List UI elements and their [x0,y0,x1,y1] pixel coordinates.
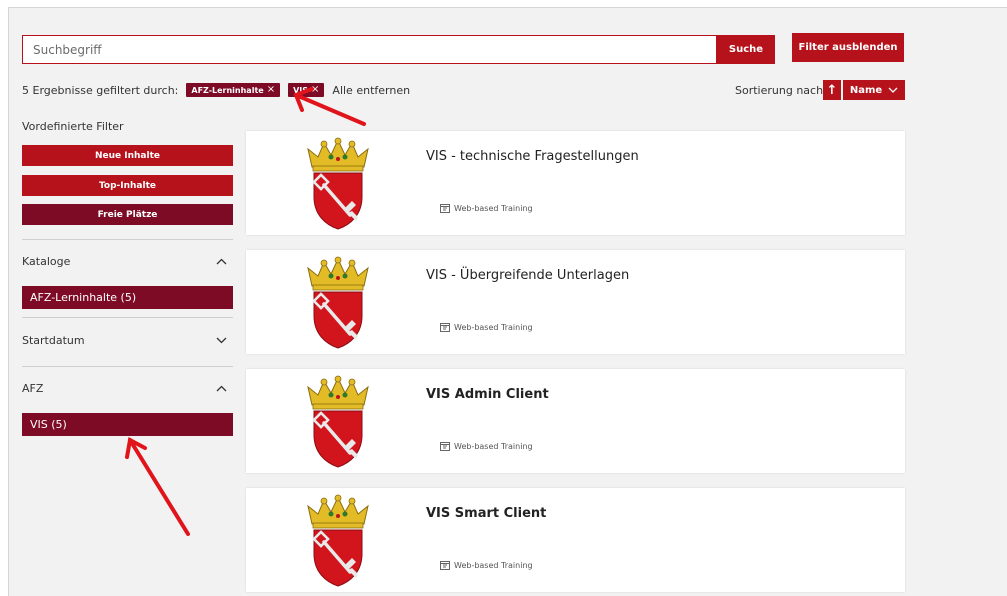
facet-header-afz[interactable]: AFZ [22,379,233,397]
bremen-coat-of-arms-icon [302,494,374,588]
active-filters-bar: 5 Ergebnisse gefiltert durch: AFZ-Lernin… [22,82,410,98]
facet-label: Kataloge [22,254,71,268]
result-type-label: Web-based Training [454,204,533,213]
arrow-up-icon: ↑ [826,82,838,98]
result-type: Web-based Training [440,204,533,213]
sort-direction-button[interactable]: ↑ [823,80,841,100]
result-card[interactable]: VIS - technische Fragestellungen Web-bas… [246,131,905,235]
result-type: Web-based Training [440,323,533,332]
filter-chip-label: AFZ-Lerninhalte [191,85,264,95]
sort-field-select[interactable]: Name [843,80,905,100]
chevron-down-icon [216,337,227,343]
web-training-icon [440,204,450,213]
result-card[interactable]: VIS Admin Client Web-based Training [246,369,905,473]
divider [22,317,233,318]
divider [22,239,233,240]
result-title[interactable]: VIS Smart Client [426,506,546,521]
predefined-filters-heading: Vordefinierte Filter [22,120,124,133]
result-count-text: 5 Ergebnisse gefiltert durch: [22,83,179,97]
result-title[interactable]: VIS Admin Client [426,387,549,402]
chevron-down-icon [888,87,898,93]
web-training-icon [440,561,450,570]
close-icon[interactable]: × [311,85,319,95]
facet-label: AFZ [22,381,44,395]
bremen-coat-of-arms-icon [302,256,374,350]
sort-label: Sortierung nach: [735,84,827,97]
web-training-icon [440,442,450,451]
close-icon[interactable]: × [267,85,275,95]
bremen-coat-of-arms-icon [302,137,374,231]
result-card[interactable]: VIS Smart Client Web-based Training [246,488,905,592]
chevron-up-icon [216,258,227,264]
filter-chip-afz-lerninhalte[interactable]: AFZ-Lerninhalte × [186,83,281,97]
sort-field-value: Name [849,84,883,96]
bremen-coat-of-arms-icon [302,375,374,469]
remove-all-filters-link[interactable]: Alle entfernen [332,84,410,97]
free-seats-button[interactable]: Freie Plätze [22,204,233,225]
new-content-button[interactable]: Neue Inhalte [22,145,233,166]
divider [22,366,233,367]
result-card[interactable]: VIS - Übergreifende Unterlagen Web-based… [246,250,905,354]
result-type: Web-based Training [440,442,533,451]
facet-label: Startdatum [22,333,85,347]
hide-filters-button[interactable]: Filter ausblenden [792,33,904,62]
result-title[interactable]: VIS - Übergreifende Unterlagen [426,268,629,283]
result-title[interactable]: VIS - technische Fragestellungen [426,149,639,164]
result-type-label: Web-based Training [454,561,533,570]
filter-chip-vis[interactable]: VIS × [288,83,325,97]
facet-header-startdatum[interactable]: Startdatum [22,331,233,349]
top-content-button[interactable]: Top-Inhalte [22,175,233,196]
result-type-label: Web-based Training [454,323,533,332]
filter-chip-label: VIS [293,85,309,95]
facet-item-vis[interactable]: VIS (5) [22,413,233,436]
search-input[interactable] [22,35,717,64]
result-type-label: Web-based Training [454,442,533,451]
chevron-up-icon [216,385,227,391]
web-training-icon [440,323,450,332]
facet-header-kataloge[interactable]: Kataloge [22,252,233,270]
facet-item-afz-lerninhalte[interactable]: AFZ-Lerninhalte (5) [22,286,233,309]
search-button[interactable]: Suche [717,35,775,64]
result-type: Web-based Training [440,561,533,570]
